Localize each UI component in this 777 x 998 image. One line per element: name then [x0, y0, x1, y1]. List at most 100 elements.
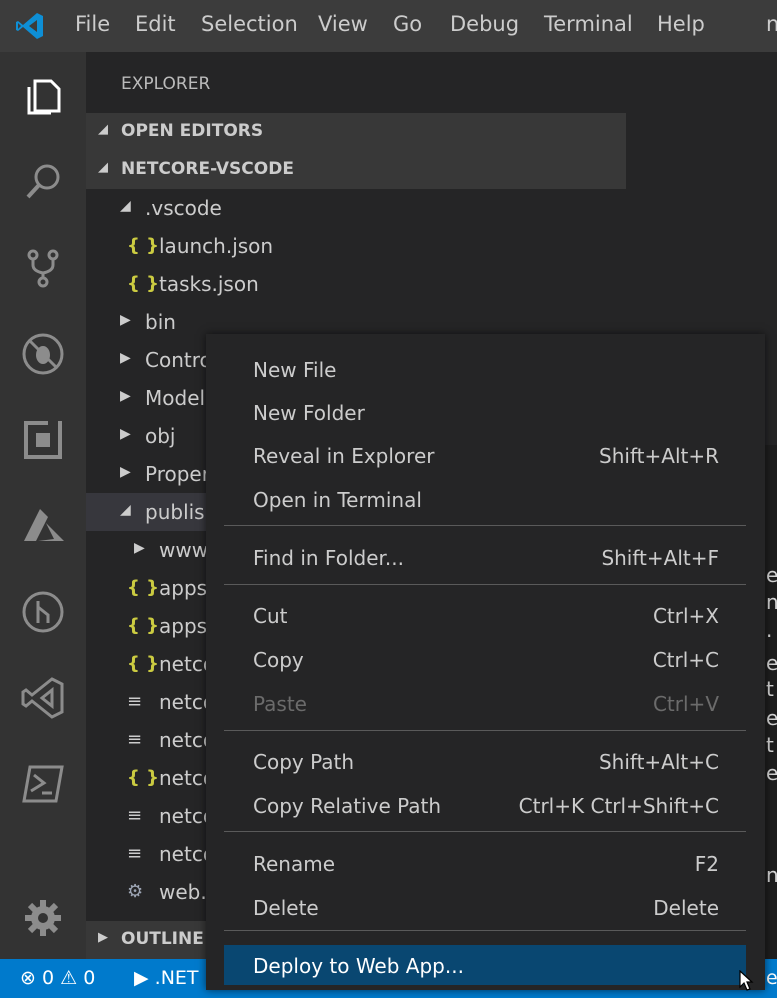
play-icon: ▶: [134, 967, 149, 989]
azure-icon[interactable]: [17, 500, 69, 552]
menu-item-label: Reveal in Explorer: [253, 444, 435, 468]
code-fragment: t: [766, 733, 774, 757]
menu-selection[interactable]: Selection: [201, 12, 298, 36]
mouse-cursor-icon: [739, 969, 755, 996]
menu-divider: [224, 525, 746, 526]
code-fragment: e: [766, 651, 777, 675]
menu-item-copy[interactable]: Copy Ctrl+C: [224, 639, 746, 679]
tree-item-label: Model: [145, 386, 206, 410]
text-file-icon: ≡: [127, 691, 143, 712]
activity-bar: [0, 52, 86, 959]
menu-divider: [224, 584, 746, 585]
chevron-right-icon: ▶: [134, 540, 145, 556]
tree-item[interactable]: { } launch.json: [86, 227, 626, 265]
menu-item-new-file[interactable]: New File: [224, 349, 746, 389]
menu-item-shortcut: Shift+Alt+F: [601, 546, 719, 570]
code-fragment: n: [766, 590, 777, 614]
code-fragment: e: [766, 563, 777, 587]
json-file-icon: { }: [127, 235, 159, 256]
menu-help[interactable]: Help: [657, 12, 705, 36]
code-fragment: e: [766, 761, 777, 785]
search-icon[interactable]: [17, 156, 69, 208]
menu-item-open-in-terminal[interactable]: Open in Terminal: [224, 479, 746, 519]
menu-divider: [224, 930, 746, 931]
problems-indicator[interactable]: ⊗ 0 ⚠ 0: [20, 967, 95, 989]
code-fragment: n: [766, 863, 777, 887]
tree-item-label: publis: [145, 500, 205, 524]
menu-divider: [224, 831, 746, 832]
visual-studio-icon[interactable]: [17, 672, 69, 724]
menu-item-copy-relative-path[interactable]: Copy Relative Path Ctrl+K Ctrl+Shift+C: [224, 785, 746, 825]
menu-item-label: New File: [253, 358, 337, 382]
tree-item-label: apps: [159, 576, 208, 600]
chevron-down-icon: ◢: [120, 502, 131, 518]
chevron-right-icon: ▶: [120, 312, 131, 328]
tree-item-label: bin: [145, 310, 176, 334]
menu-item-rename[interactable]: Rename F2: [224, 843, 746, 883]
menu-overflow: n: [766, 12, 777, 36]
tree-item-label: Contro: [145, 348, 212, 372]
menu-divider: [224, 730, 746, 731]
tree-item[interactable]: ◢ .vscode: [86, 189, 626, 227]
chevron-right-icon: ▶: [120, 426, 131, 442]
tree-item-label: obj: [145, 424, 176, 448]
sidebar-title: EXPLORER: [121, 74, 211, 94]
menu-bar: File Edit Selection View Go Debug Terminal Help…: [0, 0, 777, 52]
menu-item-label: Open in Terminal: [253, 488, 422, 512]
tree-item-label: Proper: [145, 462, 210, 486]
settings-gear-icon[interactable]: [17, 892, 69, 944]
menu-item-label: New Folder: [253, 401, 365, 425]
section-open-editors[interactable]: ◢ OPEN EDITORS: [86, 113, 626, 151]
debug-icon[interactable]: [17, 328, 69, 380]
menu-go[interactable]: Go: [393, 12, 422, 36]
warning-icon: ⚠: [60, 967, 78, 989]
menu-debug[interactable]: Debug: [450, 12, 519, 36]
source-control-icon[interactable]: [17, 242, 69, 294]
chevron-right-icon: ▶: [120, 388, 131, 404]
runtime-indicator[interactable]: ▶ .NET: [134, 967, 199, 989]
menu-item-cut[interactable]: Cut Ctrl+X: [224, 595, 746, 635]
menu-edit[interactable]: Edit: [135, 12, 176, 36]
chevron-down-icon: ◢: [120, 198, 131, 214]
menu-item-label: Rename: [253, 852, 336, 876]
chevron-right-icon: ▶: [120, 464, 131, 480]
menu-item-copy-path[interactable]: Copy Path Shift+Alt+C: [224, 741, 746, 781]
menu-item-shortcut: Delete: [653, 896, 719, 920]
menu-item-label: Copy Path: [253, 750, 355, 774]
config-file-icon: ⚙: [127, 881, 144, 902]
menu-item-find-in-folder[interactable]: Find in Folder... Shift+Alt+F: [224, 537, 746, 577]
status-right-fragment: e: [766, 967, 777, 989]
json-file-icon: { }: [127, 577, 159, 598]
menu-item-label: Cut: [253, 604, 288, 628]
menu-item-label: Find in Folder...: [253, 546, 404, 570]
collapse-triangle-icon: ◢: [98, 122, 108, 137]
git-graph-icon[interactable]: [17, 586, 69, 638]
explorer-icon[interactable]: [17, 70, 69, 122]
json-file-icon: { }: [127, 615, 159, 636]
tree-item[interactable]: { } tasks.json: [86, 265, 626, 303]
extensions-icon[interactable]: [17, 414, 69, 466]
menu-view[interactable]: View: [318, 12, 368, 36]
menu-item-reveal-in-explorer[interactable]: Reveal in Explorer Shift+Alt+R: [224, 435, 746, 475]
menu-item-shortcut: Ctrl+V: [652, 692, 719, 716]
menu-terminal[interactable]: Terminal: [544, 12, 633, 36]
json-file-icon: { }: [127, 653, 159, 674]
code-fragment: e: [766, 706, 777, 730]
text-file-icon: ≡: [127, 729, 143, 750]
menu-item-delete[interactable]: Delete Delete: [224, 887, 746, 927]
tree-item-label: www: [159, 538, 209, 562]
section-project[interactable]: ◢ NETCORE-VSCODE: [86, 151, 626, 189]
tree-item-label: tasks.json: [159, 272, 259, 296]
menu-file[interactable]: File: [75, 12, 110, 36]
code-fragment: .: [766, 618, 773, 642]
powershell-icon[interactable]: [17, 758, 69, 810]
tree-item-label: apps: [159, 614, 208, 638]
menu-item-new-folder[interactable]: New Folder: [224, 392, 746, 432]
menu-item-shortcut: Shift+Alt+C: [598, 750, 719, 774]
menu-item-label: Deploy to Web App...: [253, 954, 464, 978]
menu-item-deploy-to-web-app[interactable]: Deploy to Web App...: [224, 945, 746, 985]
vscode-logo-icon: [14, 10, 46, 42]
tree-item-label: launch.json: [159, 234, 274, 258]
code-fragment: t: [766, 677, 774, 701]
json-file-icon: { }: [127, 767, 159, 788]
